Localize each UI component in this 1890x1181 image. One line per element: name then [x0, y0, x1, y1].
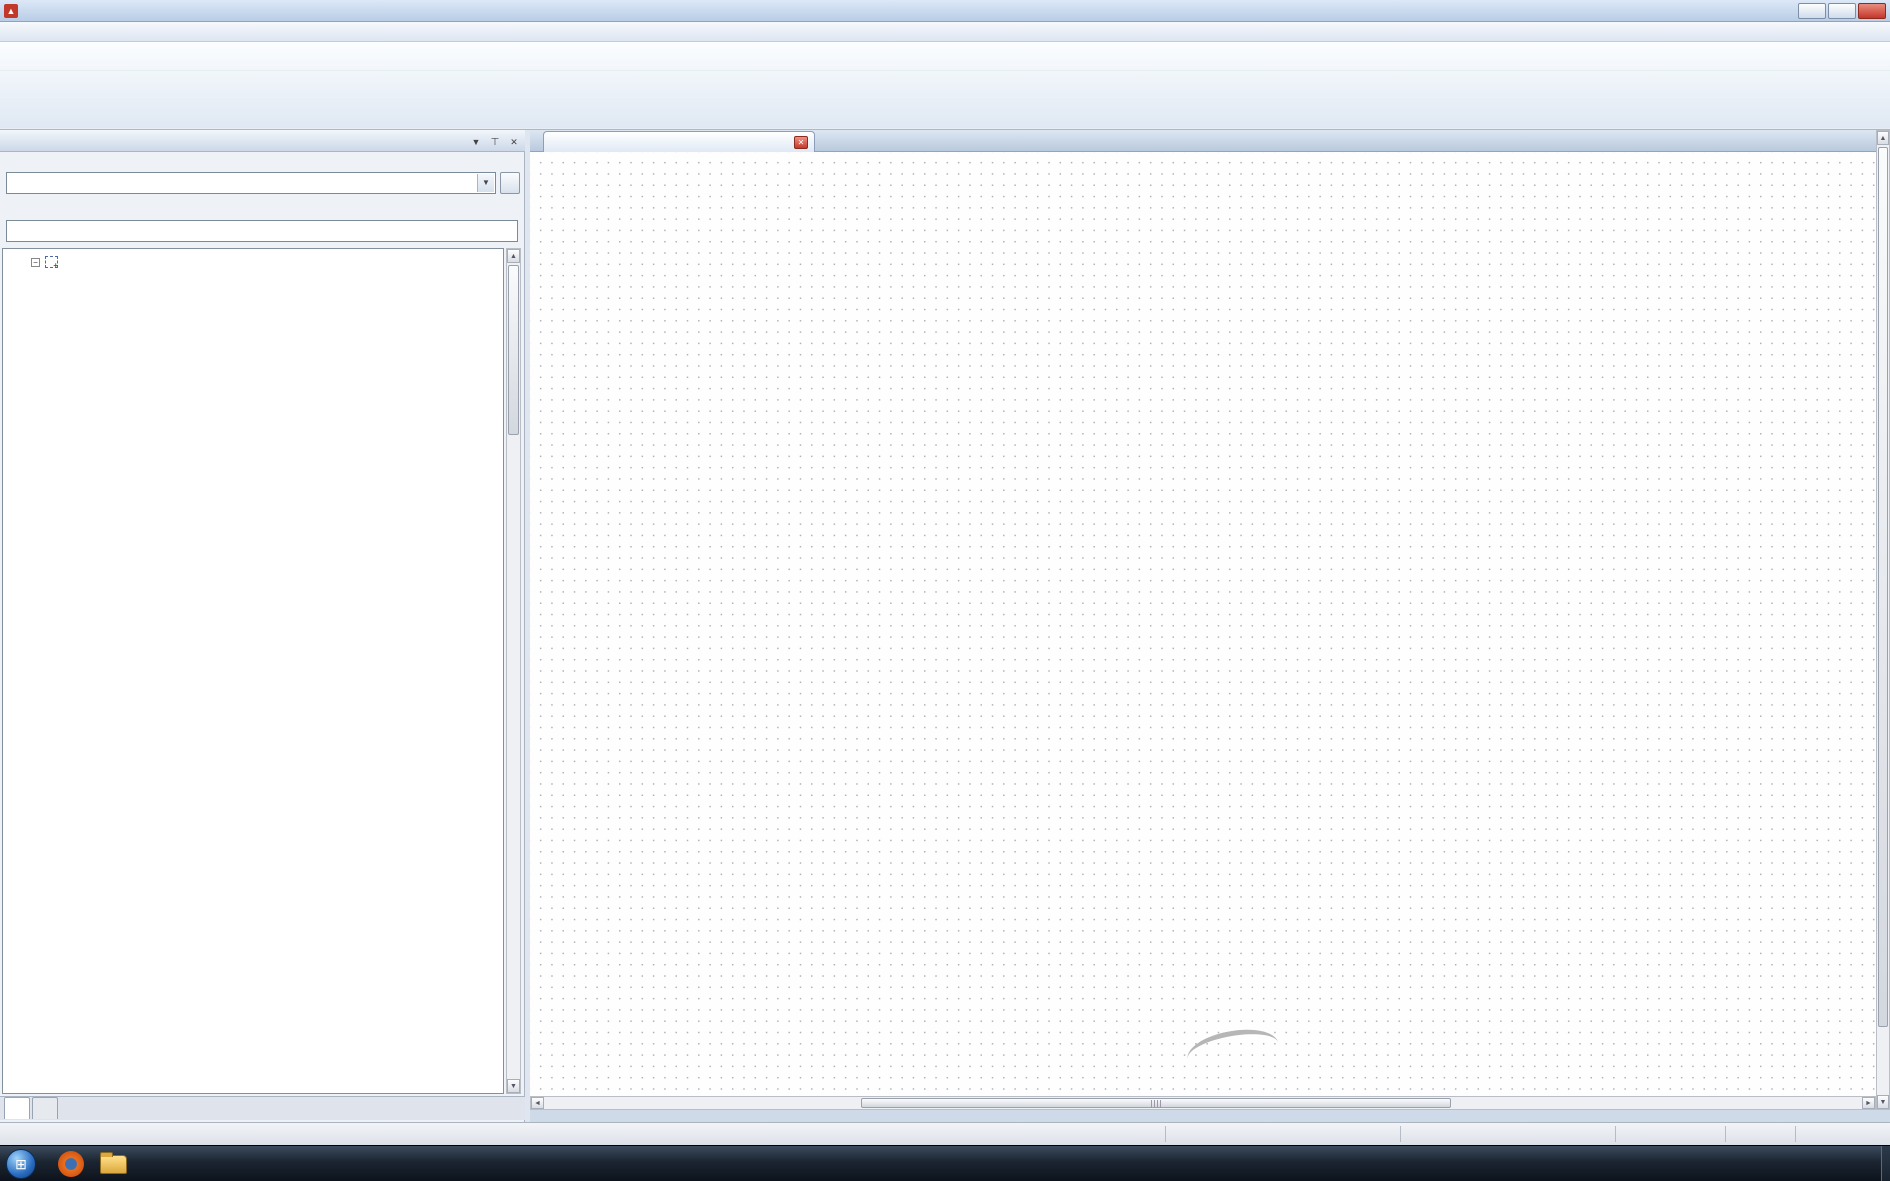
- panel-tab-bar: [0, 1096, 525, 1120]
- system-tray: [1440, 1146, 1890, 1181]
- filter-browse-button[interactable]: [500, 172, 520, 194]
- tab-close-icon[interactable]: ✕: [794, 136, 808, 149]
- close-button[interactable]: [1858, 3, 1886, 19]
- vertical-scrollbar[interactable]: ▲ ▼: [1876, 130, 1890, 1110]
- show-desktop-button[interactable]: [1881, 1146, 1890, 1181]
- collapse-icon[interactable]: −: [31, 258, 40, 267]
- panel-close-icon[interactable]: ✕: [506, 133, 522, 149]
- title-bar: ▲: [0, 0, 1890, 22]
- minimize-button[interactable]: [1798, 3, 1826, 19]
- pin-icon[interactable]: ⊤: [487, 133, 503, 149]
- document-tab[interactable]: ✕: [543, 131, 815, 152]
- eplan-logo-icon: ▲: [4, 4, 18, 18]
- drawing-canvas[interactable]: [530, 152, 1876, 1096]
- toolbar-row-1: [0, 42, 1890, 71]
- toolbars: [0, 42, 1890, 130]
- toolbar-row-3: [0, 100, 1890, 129]
- wert-input[interactable]: [6, 220, 518, 242]
- firefox-icon[interactable]: [58, 1151, 84, 1177]
- filter-select[interactable]: ▼: [6, 172, 496, 194]
- chevron-down-icon[interactable]: ▼: [468, 133, 484, 149]
- horizontal-scrollbar[interactable]: ◄ ►: [530, 1096, 1876, 1110]
- maximize-button[interactable]: [1828, 3, 1856, 19]
- pages-panel: ▼ ⊤ ✕ ▼ − ▲ ▼: [0, 130, 525, 1122]
- start-button[interactable]: ⊞: [6, 1149, 36, 1179]
- editor-area: ✕ ▼ ◄ ►: [530, 130, 1890, 1122]
- taskbar: ⊞: [0, 1145, 1890, 1181]
- toolbar-row-2: [0, 71, 1890, 100]
- schematic-drawing: [530, 152, 1876, 1096]
- status-bar: [0, 1122, 1890, 1145]
- tab-baum[interactable]: [4, 1097, 30, 1119]
- menu-bar: [0, 22, 1890, 42]
- pages-tree: −: [2, 248, 504, 1094]
- tree-scrollbar[interactable]: ▲ ▼: [506, 248, 521, 1094]
- document-tab-bar: ✕ ▼: [530, 130, 1890, 152]
- pages-panel-header[interactable]: [0, 130, 525, 152]
- combo-arrow-icon[interactable]: ▼: [477, 174, 494, 192]
- explorer-icon[interactable]: [100, 1155, 127, 1174]
- tab-liste[interactable]: [32, 1097, 58, 1119]
- project-icon: [45, 256, 58, 268]
- tree-root-project[interactable]: −: [3, 253, 503, 271]
